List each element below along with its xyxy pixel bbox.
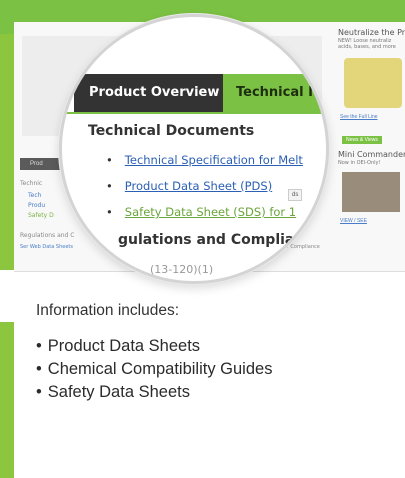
bullet: • bbox=[106, 205, 113, 219]
product-data-sheet-link[interactable]: Product Data Sheet (PDS) bbox=[125, 179, 272, 193]
bullet: • bbox=[106, 179, 113, 193]
background-link-3[interactable]: Safety D bbox=[28, 212, 54, 219]
commander-title: Mini Commander bbox=[338, 150, 405, 159]
tab-underline bbox=[62, 112, 326, 114]
bullet: • bbox=[106, 153, 113, 167]
document-list-item: • Safety Data Sheet (SDS) for 1 bbox=[106, 205, 296, 219]
left-green-strip bbox=[0, 34, 14, 270]
document-list-item: • Product Data Sheet (PDS) bbox=[106, 179, 272, 193]
view-link[interactable]: VIEW / SEE bbox=[340, 218, 367, 224]
commander-sub: Now in OEl-Only! bbox=[338, 160, 381, 166]
safety-data-sheet-link[interactable]: Safety Data Sheet (SDS) for 1 bbox=[125, 205, 296, 219]
background-regulations: Regulations and C bbox=[20, 232, 75, 239]
news-badge: News & Views bbox=[342, 136, 382, 144]
technical-documents-heading: Technical Documents bbox=[88, 123, 255, 139]
technical-spec-link[interactable]: Technical Specification for Melt bbox=[125, 153, 303, 167]
info-list-item: Safety Data Sheets bbox=[36, 381, 272, 404]
regulations-heading: gulations and Complia bbox=[118, 232, 295, 248]
info-list: Product Data Sheets Chemical Compatibili… bbox=[36, 335, 273, 404]
download-box-fragment[interactable]: ds bbox=[288, 189, 303, 201]
tab-product-overview[interactable]: Product Overview bbox=[74, 74, 223, 112]
sidebar-subtitle-2: acids, bases, and more bbox=[338, 44, 396, 50]
commander-image bbox=[342, 172, 400, 212]
info-intro: Information includes: bbox=[36, 302, 180, 319]
product-image bbox=[344, 58, 402, 108]
left-green-strip-lower bbox=[0, 322, 14, 478]
background-technical-label: Technic bbox=[20, 180, 43, 187]
tab-technical[interactable]: Technical I bbox=[223, 74, 326, 112]
info-list-item: Chemical Compatibility Guides bbox=[36, 358, 273, 381]
info-list-item: Product Data Sheets bbox=[36, 335, 272, 358]
background-small-link[interactable]: Ser Web Data Sheets bbox=[20, 244, 73, 250]
background-link-1[interactable]: Tech bbox=[28, 192, 41, 199]
sidebar-title: Neutralize the Pr bbox=[338, 28, 405, 37]
background-link-2[interactable]: Produ bbox=[28, 202, 45, 209]
document-list-item: • Technical Specification for Melt bbox=[106, 153, 303, 167]
sidebar-column: Neutralize the Pr NEW! Loose neutraliz a… bbox=[338, 22, 405, 272]
magnifier-circle: Product Overview Technical I Technical D… bbox=[59, 14, 329, 284]
regulation-fragment: (13-120)(1) bbox=[150, 263, 214, 276]
see-full-line-link[interactable]: See the Full Line bbox=[340, 114, 378, 120]
